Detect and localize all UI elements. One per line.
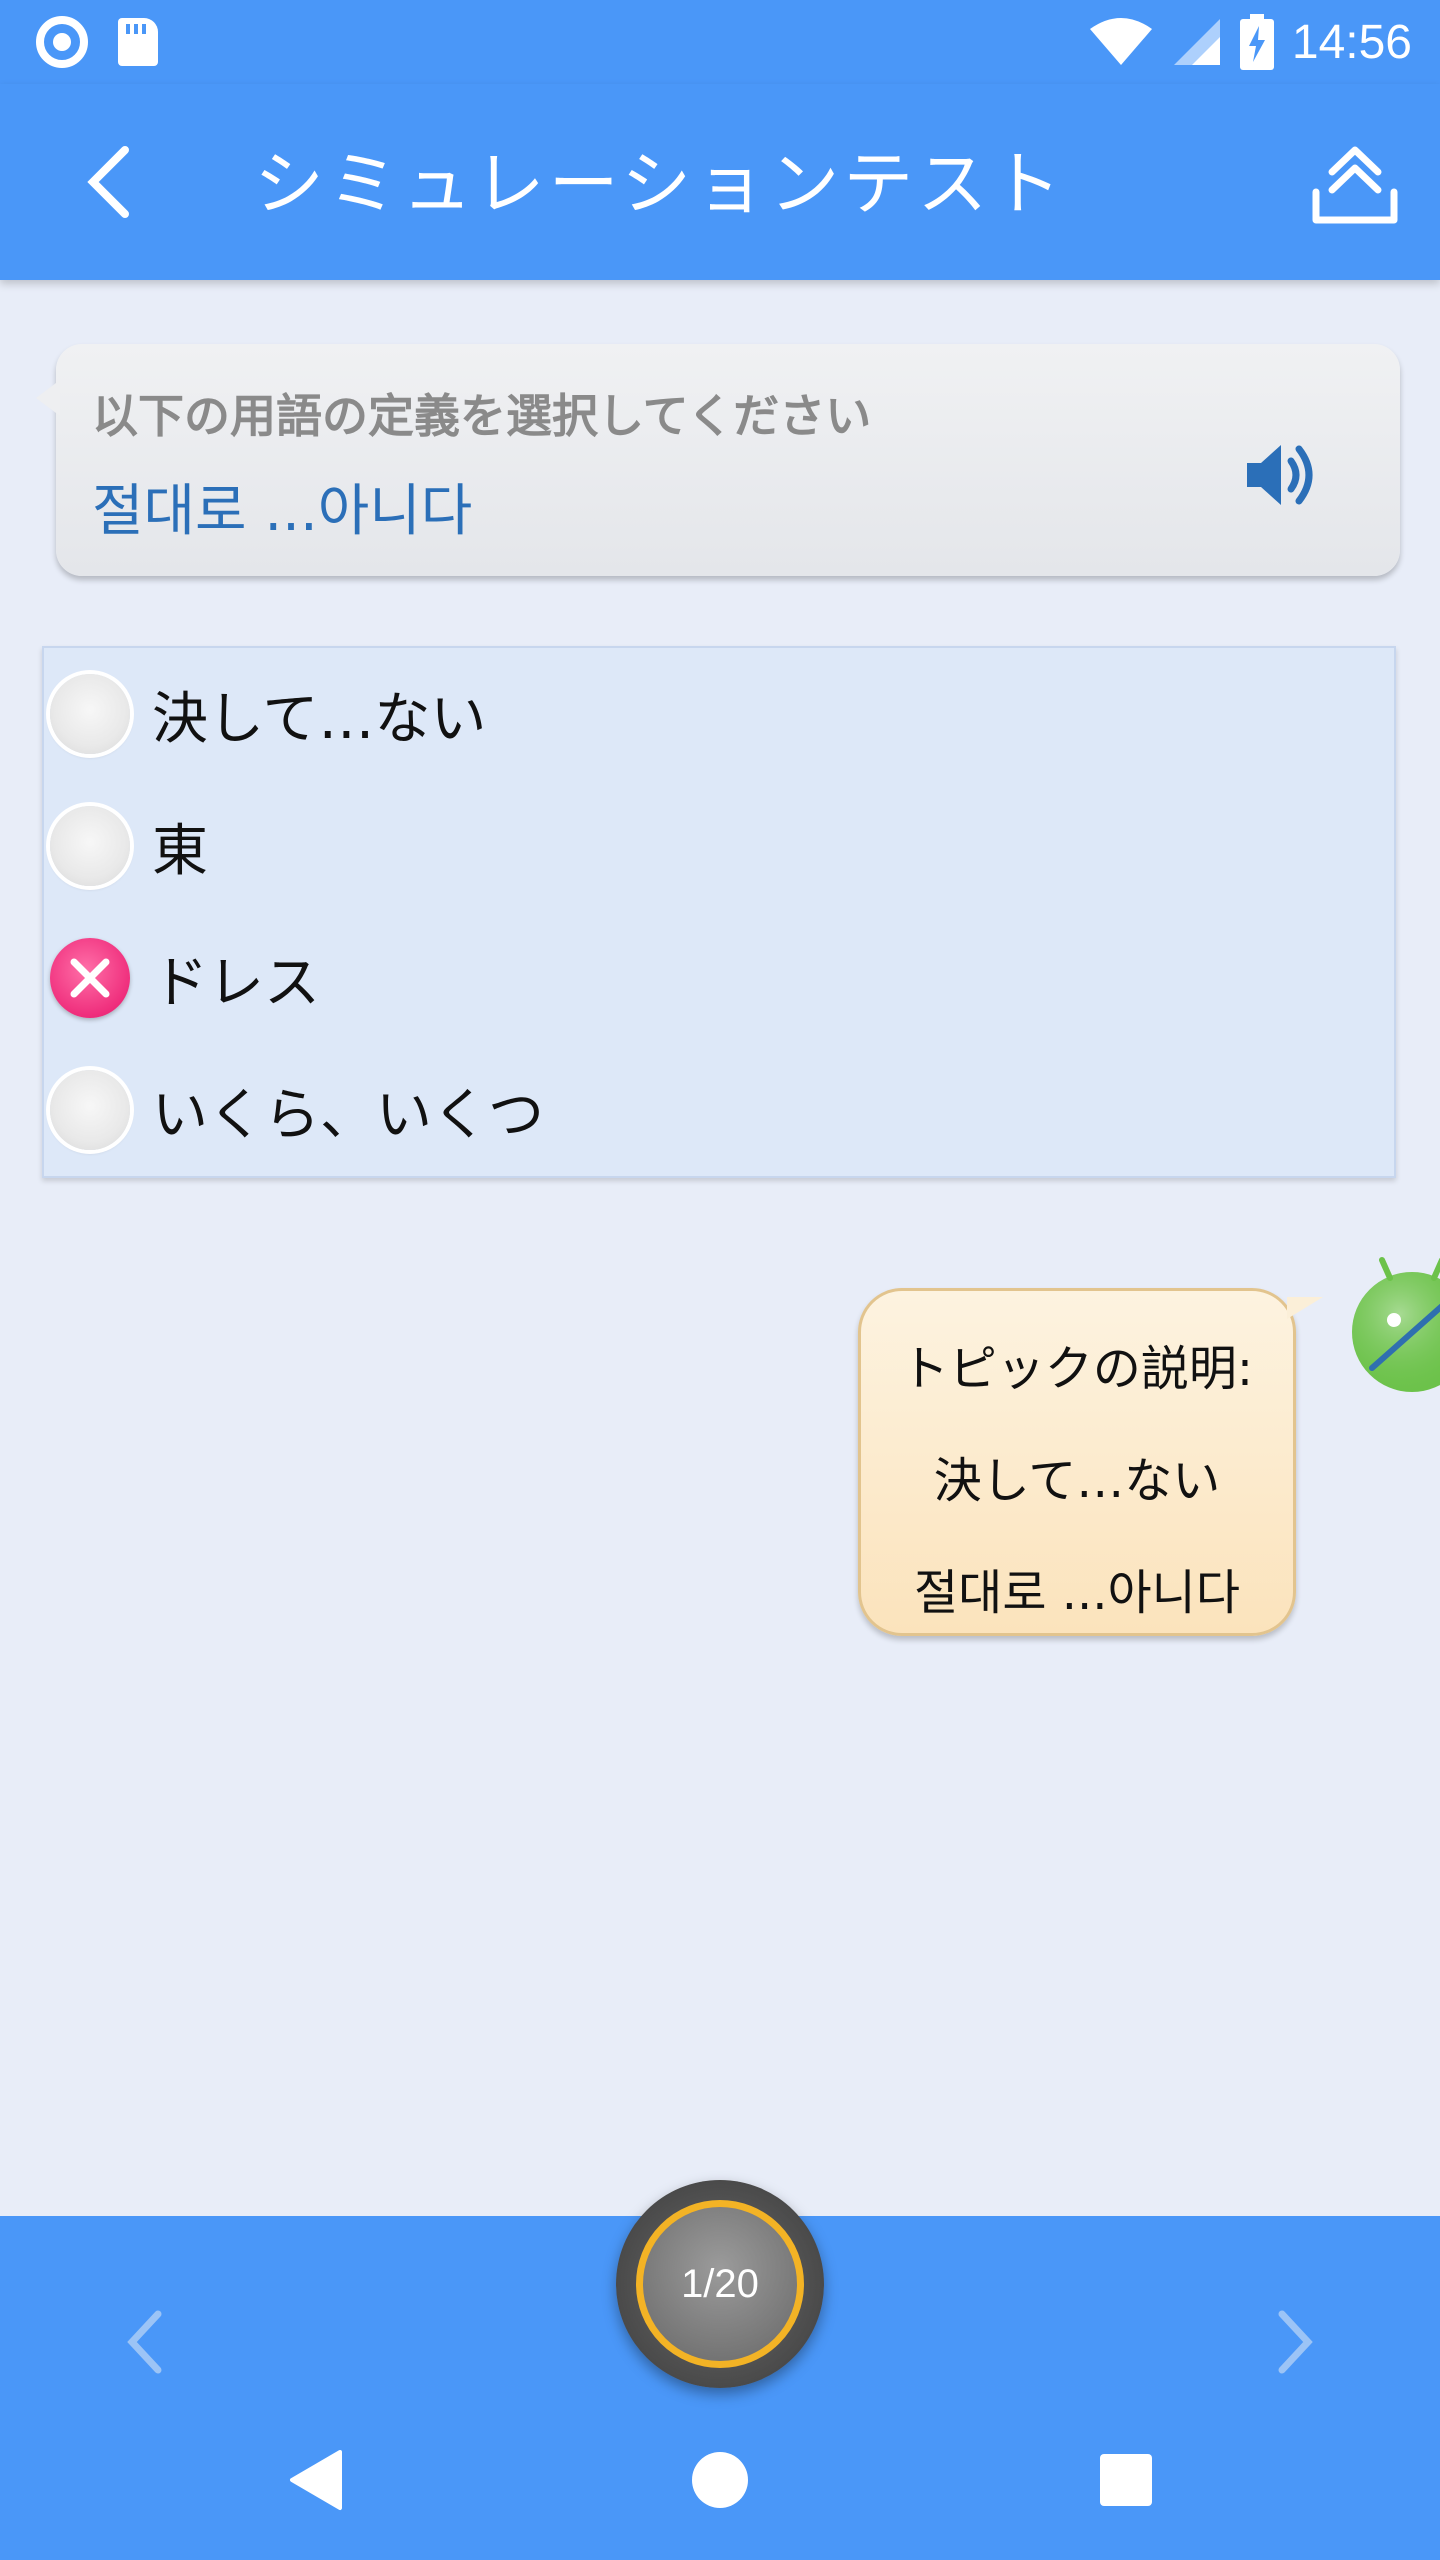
radio-button[interactable] — [50, 674, 130, 754]
system-nav-bar — [0, 2400, 1440, 2560]
radio-button[interactable] — [50, 1070, 130, 1150]
answer-option[interactable]: いくら、いくつ — [44, 1050, 1394, 1170]
page-title: シミュレーションテスト — [254, 143, 1066, 225]
answer-options: 決して…ない 東 ドレス いくら、いくつ — [42, 646, 1396, 1178]
question-prompt: 以下の用語の定義を選択してください — [92, 389, 872, 443]
notification-circle-icon — [36, 16, 88, 68]
wrong-answer-radio[interactable] — [50, 938, 130, 1018]
question-counter[interactable]: 1/20 — [616, 2180, 824, 2388]
system-back-button[interactable] — [280, 2444, 352, 2516]
circle-home-icon — [692, 2452, 748, 2508]
explanation-term: 절대로 ...아니다 — [914, 1565, 1240, 1621]
radio-button[interactable] — [50, 806, 130, 886]
android-mascot-icon — [1352, 1257, 1440, 1392]
explanation-answer: 決して…ない — [933, 1453, 1221, 1509]
cell-signal-icon — [1173, 19, 1220, 65]
speaker-icon — [1247, 445, 1313, 505]
square-recents-icon — [1100, 2454, 1152, 2506]
chevron-right-icon — [1278, 2310, 1313, 2374]
chevron-left-icon — [127, 2310, 162, 2374]
share-button[interactable] — [1300, 128, 1410, 238]
question-card: 以下の用語の定義を選択してください 절대로 ...아니다 — [36, 344, 1400, 576]
speech-bubble-tail — [36, 380, 60, 416]
answer-option[interactable]: ドレス — [44, 918, 1394, 1038]
answer-option-label: 東 — [152, 818, 208, 884]
battery-charging-icon — [1239, 14, 1274, 70]
app-bar: シミュレーションテスト — [0, 84, 1440, 280]
triangle-back-icon — [290, 2450, 342, 2510]
answer-option-label: ドレス — [152, 950, 320, 1016]
share-up-icon — [1312, 146, 1398, 224]
explanation-heading: トピックの説明: — [900, 1341, 1254, 1397]
clock: 14:56 — [1291, 15, 1412, 69]
system-home-button[interactable] — [684, 2444, 756, 2516]
chevron-left-icon — [87, 146, 129, 218]
status-bar: 14:56 — [0, 0, 1440, 84]
question-term: 절대로 ...아니다 — [92, 479, 473, 544]
answer-option[interactable]: 東 — [44, 786, 1394, 906]
system-recents-button[interactable] — [1090, 2444, 1162, 2516]
play-audio-button[interactable] — [1238, 430, 1328, 520]
close-icon — [70, 958, 110, 998]
speech-bubble-tail — [1287, 1297, 1323, 1319]
answer-option-label: 決して…ない — [152, 686, 487, 752]
explanation-bubble: トピックの説明: 決して…ない 절대로 ...아니다 — [858, 1288, 1323, 1636]
back-button[interactable] — [60, 134, 156, 230]
previous-question-button[interactable] — [96, 2294, 192, 2390]
sd-card-icon — [118, 18, 158, 66]
wifi-icon — [1089, 18, 1152, 65]
question-counter-label: 1/20 — [636, 2200, 804, 2368]
next-question-button[interactable] — [1248, 2294, 1344, 2390]
answer-option[interactable]: 決して…ない — [44, 654, 1394, 774]
answer-option-label: いくら、いくつ — [152, 1082, 544, 1148]
